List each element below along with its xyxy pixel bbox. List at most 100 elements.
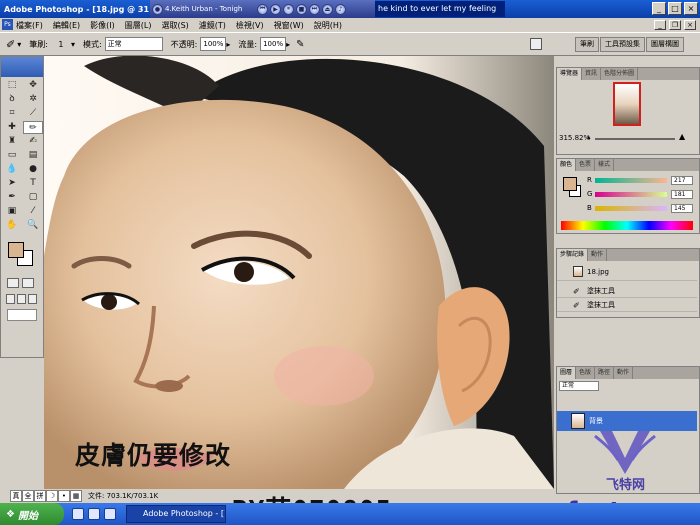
close-button[interactable]: × bbox=[684, 2, 698, 15]
play-icon[interactable]: ▶ bbox=[270, 3, 281, 15]
history-step[interactable]: ✐ 塗抹工具 bbox=[557, 299, 697, 312]
mode-select[interactable]: 正常 bbox=[104, 37, 163, 51]
jump-to-imageready-icon[interactable] bbox=[1, 306, 43, 324]
menu-file[interactable]: 檔案(F) bbox=[16, 20, 43, 31]
tab-layer-comps[interactable]: 圖層構圖 bbox=[646, 37, 684, 52]
tab-info[interactable]: 資訊 bbox=[582, 68, 602, 80]
slice-tool-icon[interactable]: ⟋ bbox=[23, 107, 43, 120]
brush-size-value[interactable]: 1 bbox=[51, 40, 71, 49]
navigator-thumbnail[interactable] bbox=[613, 82, 641, 126]
ime-grid-icon[interactable]: ▦ bbox=[70, 490, 82, 502]
tab-histogram[interactable]: 色階分佈圖 bbox=[601, 68, 639, 80]
flow-dropdown-icon[interactable]: ▸ bbox=[286, 40, 290, 49]
zoom-out-icon[interactable]: ▴ bbox=[587, 133, 591, 141]
ime-mode-1[interactable]: 真 bbox=[10, 490, 22, 502]
blur-tool-icon[interactable]: 💧 bbox=[2, 163, 22, 176]
menu-image[interactable]: 影像(I) bbox=[90, 20, 115, 31]
marquee-tool-icon[interactable]: ⬚ bbox=[2, 79, 22, 92]
zoom-tool-icon[interactable]: 🔍 bbox=[23, 219, 43, 232]
tab-layers[interactable]: 圖層 bbox=[557, 367, 577, 379]
flow-input[interactable]: 100% bbox=[260, 37, 287, 51]
type-tool-icon[interactable]: T bbox=[23, 177, 43, 190]
next-track-icon[interactable]: ⏭ bbox=[309, 3, 320, 15]
palette-well-icon[interactable] bbox=[530, 38, 542, 50]
foreground-color-swatch[interactable] bbox=[8, 242, 24, 258]
eyedropper-tool-icon[interactable]: ⁄ bbox=[23, 205, 43, 218]
crop-tool-icon[interactable]: ⌗ bbox=[2, 107, 22, 120]
tool-preset-dropdown-icon[interactable]: ▾ bbox=[17, 40, 21, 49]
healing-brush-tool-icon[interactable]: ✚ bbox=[2, 121, 22, 134]
history-brush-tool-icon[interactable]: ✍ bbox=[23, 135, 43, 148]
ime-moon-icon[interactable]: ☽ bbox=[46, 490, 58, 502]
green-channel-slider[interactable] bbox=[595, 191, 667, 197]
standard-mode-icon[interactable] bbox=[7, 278, 19, 288]
desktop-icon[interactable] bbox=[88, 508, 100, 520]
menu-filter[interactable]: 濾鏡(T) bbox=[199, 20, 226, 31]
path-selection-tool-icon[interactable]: ➤ bbox=[2, 177, 22, 190]
pen-tool-icon[interactable]: ✒ bbox=[2, 191, 22, 204]
zoom-in-icon[interactable]: ▲ bbox=[679, 132, 685, 141]
standard-screen-icon[interactable] bbox=[6, 294, 15, 304]
magic-wand-tool-icon[interactable]: ✲ bbox=[23, 93, 43, 106]
navigator-zoom-value[interactable]: 315.82% bbox=[559, 134, 590, 142]
browser-icon[interactable] bbox=[72, 508, 84, 520]
clone-stamp-tool-icon[interactable]: ♜ bbox=[2, 135, 22, 148]
color-panel-fg-swatch[interactable] bbox=[563, 177, 577, 191]
doc-close-button[interactable]: × bbox=[684, 20, 696, 30]
history-snapshot[interactable]: 18.jpg bbox=[557, 263, 697, 281]
toolbox-header[interactable] bbox=[1, 57, 43, 77]
menu-help[interactable]: 說明(H) bbox=[314, 20, 342, 31]
media-icon[interactable] bbox=[104, 508, 116, 520]
red-channel-input[interactable]: 217 bbox=[671, 175, 693, 185]
ime-dot-icon[interactable]: • bbox=[58, 490, 70, 502]
tab-navigator[interactable]: 導覽器 bbox=[557, 68, 583, 80]
pause-icon[interactable]: ⏸ bbox=[283, 3, 294, 15]
smudge-tool-icon[interactable]: ✐ bbox=[6, 38, 15, 51]
menu-edit[interactable]: 編輯(E) bbox=[53, 20, 80, 31]
brush-dropdown-icon[interactable]: ▾ bbox=[71, 40, 75, 49]
menu-layer[interactable]: 圖層(L) bbox=[125, 20, 152, 31]
doc-minimize-button[interactable]: _ bbox=[654, 20, 666, 30]
opacity-dropdown-icon[interactable]: ▸ bbox=[226, 40, 230, 49]
menu-select[interactable]: 選取(S) bbox=[161, 20, 188, 31]
tab-channels[interactable]: 色版 bbox=[576, 367, 596, 379]
tab-styles[interactable]: 樣式 bbox=[595, 159, 615, 171]
photoshop-icon[interactable]: Ps bbox=[2, 19, 13, 30]
shape-tool-icon[interactable]: ▢ bbox=[23, 191, 43, 204]
doc-restore-button[interactable]: ❐ bbox=[669, 20, 681, 30]
tab-history[interactable]: 步驟記錄 bbox=[557, 249, 589, 261]
maximize-button[interactable]: □ bbox=[668, 2, 682, 15]
lasso-tool-icon[interactable]: ꝺ bbox=[2, 93, 22, 106]
eraser-tool-icon[interactable]: ▭ bbox=[2, 149, 22, 162]
zoom-slider[interactable] bbox=[595, 138, 675, 140]
tab-tool-presets[interactable]: 工具預設集 bbox=[600, 37, 645, 52]
brush-tool-icon[interactable]: ✏ bbox=[23, 121, 43, 134]
menu-window[interactable]: 視窗(W) bbox=[274, 20, 304, 31]
blue-channel-input[interactable]: 145 bbox=[671, 203, 693, 213]
airbrush-icon[interactable]: ✎ bbox=[296, 39, 304, 50]
color-spectrum-bar[interactable] bbox=[561, 221, 693, 230]
full-screen-icon[interactable] bbox=[28, 294, 37, 304]
blue-channel-slider[interactable] bbox=[595, 205, 667, 211]
volume-icon[interactable]: ♪ bbox=[335, 3, 346, 15]
start-button[interactable]: ❖ 開始 bbox=[0, 503, 64, 525]
notes-tool-icon[interactable]: ▣ bbox=[2, 205, 22, 218]
green-channel-input[interactable]: 181 bbox=[671, 189, 693, 199]
red-channel-slider[interactable] bbox=[595, 177, 667, 183]
media-logo-icon[interactable]: ● bbox=[152, 3, 163, 15]
gradient-tool-icon[interactable]: ▤ bbox=[23, 149, 43, 162]
menu-view[interactable]: 檢視(V) bbox=[236, 20, 264, 31]
tab-paths[interactable]: 路徑 bbox=[595, 367, 615, 379]
dodge-tool-icon[interactable]: ● bbox=[23, 163, 43, 176]
quick-mask-mode-icon[interactable] bbox=[22, 278, 34, 288]
tab-layer-actions[interactable]: 動作 bbox=[614, 367, 634, 379]
stop-icon[interactable]: ■ bbox=[296, 3, 307, 15]
tab-actions[interactable]: 動作 bbox=[588, 249, 608, 261]
opacity-input[interactable]: 100% bbox=[200, 37, 227, 51]
prev-track-icon[interactable]: ⏮ bbox=[257, 3, 268, 15]
full-screen-menu-icon[interactable] bbox=[17, 294, 26, 304]
ime-mode-3[interactable]: 拼 bbox=[34, 490, 46, 502]
image-canvas[interactable] bbox=[44, 56, 554, 489]
tab-swatches[interactable]: 色票 bbox=[576, 159, 596, 171]
minimize-button[interactable]: _ bbox=[652, 2, 666, 15]
